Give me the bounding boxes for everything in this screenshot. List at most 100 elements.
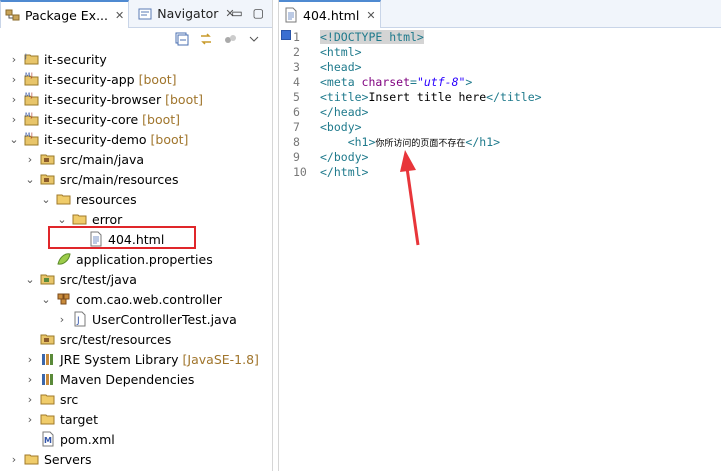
chevron-right-icon[interactable]: › [56, 311, 68, 327]
chevron-right-icon[interactable]: › [8, 91, 20, 107]
chevron-right-icon[interactable]: › [24, 151, 36, 167]
tree-item-label: src/main/java [60, 151, 145, 167]
code-line[interactable]: <head> [320, 60, 362, 75]
tree-item-label: UserControllerTest.java [92, 311, 237, 327]
chevron-right-icon[interactable]: › [24, 371, 36, 387]
close-icon[interactable]: ✕ [115, 9, 124, 22]
code-line[interactable]: </head> [320, 105, 368, 120]
code-token-tag: </html> [320, 165, 369, 179]
overview-ruler [279, 28, 291, 471]
code-line[interactable]: <!DOCTYPE html> [320, 30, 424, 45]
tree-item[interactable]: ⌄ src/test/java [24, 269, 137, 289]
tree-item[interactable]: ⌄ M Jit-security-demo [boot] [8, 129, 188, 149]
code-line[interactable]: <title>Insert title here</title> [320, 90, 542, 105]
code-token-tag: <!DOCTYPE html> [320, 30, 424, 44]
chevron-down-icon[interactable]: ⌄ [8, 131, 20, 147]
tab-404-html[interactable]: 404.html ✕ [279, 0, 381, 28]
tab-navigator[interactable]: Navigator ✕ [129, 0, 238, 27]
tree-item[interactable]: › target [24, 409, 98, 429]
tree-item-decoration: [boot] [138, 71, 177, 87]
chevron-right-icon[interactable]: › [8, 451, 20, 467]
source-folder-icon [40, 171, 56, 187]
minimize-icon[interactable]: ▭ [231, 6, 242, 20]
tree-item-label: application.properties [76, 251, 213, 267]
chevron-right-icon[interactable]: › [8, 51, 20, 67]
code-token-tag: <title> [320, 90, 369, 104]
code-editor[interactable]: 1 2 3 4 5 6 7 8 9 10 <!DOCTYPE html> <html> <head> <… [279, 28, 721, 471]
tab-label: Navigator [157, 6, 219, 21]
code-token-tag: <h1> [347, 135, 376, 149]
code-token-tag: </h1> [465, 135, 501, 149]
maximize-icon[interactable]: ▢ [253, 6, 264, 20]
tree-item[interactable]: src/test/resources [24, 329, 171, 349]
tree-item[interactable]: › JRE System Library [JavaSE-1.8] [24, 349, 259, 369]
link-with-editor-icon[interactable] [198, 31, 214, 47]
svg-text:M: M [25, 92, 30, 99]
line-number: 8 [293, 135, 300, 149]
chevron-down-icon[interactable]: ⌄ [24, 171, 36, 187]
tab-label: Package Ex... [25, 7, 109, 23]
tree-item-label: target [60, 411, 99, 427]
tree-item-label: it-security-demo [44, 131, 147, 147]
tree-item[interactable]: › src [24, 389, 78, 409]
code-token-tag: </head> [320, 105, 369, 119]
code-line[interactable]: <body> [320, 120, 362, 135]
line-number: 6 [293, 105, 300, 119]
code-token-cjk: 你所访问的页面不存在 [375, 139, 466, 149]
folder-icon [56, 191, 72, 207]
chevron-right-icon[interactable]: › [8, 111, 20, 127]
tree-item-label: error [92, 211, 123, 227]
explorer-toolbar [0, 28, 272, 50]
tree-item[interactable]: ⌄ resources [40, 189, 136, 209]
code-token-tag: <head> [320, 60, 362, 74]
maven-project-icon: MJ [24, 91, 40, 107]
editor-area: 404.html ✕ 1 2 3 4 5 6 7 8 9 10 <!DOCTYPE html> <h… [278, 0, 721, 471]
chevron-right-icon[interactable]: › [8, 71, 20, 87]
tree-item[interactable]: › M Jit-security-browser [boot] [8, 89, 203, 109]
package-icon [56, 291, 72, 307]
tree-item-label: src/test/java [60, 271, 137, 287]
svg-text:M: M [25, 112, 30, 119]
code-line[interactable]: <html> [320, 45, 362, 60]
tree-item[interactable]: Mpom.xml [24, 429, 115, 449]
tree-item[interactable]: › src/main/java [24, 149, 144, 169]
svg-text:J: J [76, 316, 80, 326]
xml-file-icon: M [40, 431, 56, 447]
view-menu-icon[interactable] [246, 31, 262, 47]
code-line[interactable]: </html> [320, 165, 368, 180]
test-source-folder-icon [40, 271, 56, 287]
collapse-all-icon[interactable] [174, 31, 190, 47]
code-line[interactable]: </body> [320, 150, 368, 165]
navigator-icon [137, 6, 153, 22]
tree-item[interactable]: application.properties [40, 249, 213, 269]
tab-package-explorer[interactable]: Package Ex... ✕ [0, 0, 130, 28]
tree-item[interactable]: › M Jit-security-app [boot] [8, 69, 177, 89]
tree-item[interactable]: ⌄ com.cao.web.controller [40, 289, 222, 309]
highlight-box [48, 226, 196, 249]
chevron-down-icon[interactable]: ⌄ [40, 291, 52, 307]
tree-item[interactable]: › J UserControllerTest.java [56, 309, 237, 329]
tree-item[interactable]: › M Jit-security-core [boot] [8, 109, 180, 129]
chevron-right-icon[interactable]: › [24, 391, 36, 407]
code-line[interactable]: <meta charset="utf-8"> [320, 75, 472, 90]
package-explorer-icon [5, 7, 21, 23]
editor-tab-label: 404.html [303, 7, 360, 23]
chevron-down-icon[interactable]: ⌄ [24, 271, 36, 287]
code-line[interactable]: <h1>你所访问的页面不存在</h1> [320, 135, 500, 150]
tree-item[interactable]: › Jit-security [8, 49, 107, 69]
line-number: 1 [293, 30, 300, 44]
focus-icon[interactable] [222, 31, 238, 47]
maven-project-icon: MJ [24, 131, 40, 147]
tree-item-label: it-security [44, 51, 107, 67]
chevron-right-icon[interactable]: › [24, 351, 36, 367]
chevron-down-icon[interactable]: ⌄ [40, 191, 52, 207]
chevron-down-icon[interactable]: ⌄ [56, 211, 68, 227]
close-icon[interactable]: ✕ [366, 9, 375, 22]
chevron-right-icon[interactable]: › [24, 411, 36, 427]
tree-item[interactable]: ⌄ src/main/resources [24, 169, 178, 189]
package-explorer-view: Package Ex... ✕ Navigator ✕ ▭ ▢ › Jit-sec… [0, 0, 273, 471]
tree-item[interactable]: › Maven Dependencies [24, 369, 195, 389]
tree-item[interactable]: › Servers [8, 449, 92, 469]
